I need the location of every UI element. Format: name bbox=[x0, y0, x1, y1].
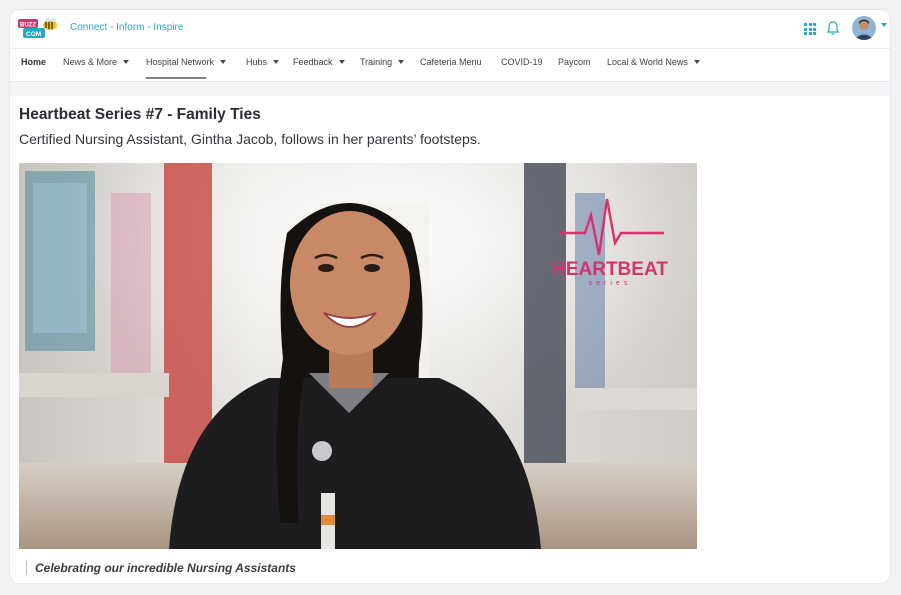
nav-item-news-more[interactable]: News & More bbox=[63, 49, 130, 79]
apps-grid-icon[interactable] bbox=[804, 23, 816, 35]
chevron-down-icon bbox=[220, 59, 227, 64]
nav-item-hospital-network[interactable]: Hospital Network bbox=[146, 49, 227, 79]
chevron-down-icon bbox=[338, 59, 345, 64]
nav-item-feedback[interactable]: Feedback bbox=[293, 49, 345, 79]
nav-item-covid-19[interactable]: COVID-19 bbox=[501, 49, 543, 79]
chevron-down-icon bbox=[398, 59, 405, 64]
app-frame: BUZZ COM Connect - Inform - Inspire Home… bbox=[10, 10, 890, 583]
active-nav-indicator bbox=[146, 77, 206, 79]
nav-item-hubs[interactable]: Hubs bbox=[246, 49, 280, 79]
logo-text-top: BUZZ bbox=[20, 23, 36, 29]
logo-text-bottom: COM bbox=[26, 31, 41, 38]
user-avatar[interactable] bbox=[852, 16, 876, 40]
buzzcom-logo[interactable]: BUZZ COM bbox=[17, 17, 61, 41]
image-caption: Celebrating our incredible Nursing Assis… bbox=[26, 561, 296, 575]
bell-icon[interactable] bbox=[826, 20, 840, 36]
chevron-down-icon bbox=[273, 59, 280, 64]
hero-brand-title: HEARTBEAT bbox=[552, 259, 668, 280]
hero-brand-subtitle: series bbox=[589, 280, 632, 287]
nav-item-training[interactable]: Training bbox=[360, 49, 405, 79]
article-title: Heartbeat Series #7 - Family Ties bbox=[19, 106, 261, 123]
chevron-down-icon bbox=[123, 59, 130, 64]
content-gutter bbox=[10, 82, 890, 96]
top-bar: BUZZ COM Connect - Inform - Inspire bbox=[10, 10, 890, 48]
main-nav: Home News & More Hospital Network Hubs F… bbox=[10, 48, 890, 82]
site-tagline: Connect - Inform - Inspire bbox=[70, 22, 184, 33]
chevron-down-icon bbox=[693, 59, 700, 64]
nav-item-local-world-news[interactable]: Local & World News bbox=[607, 49, 700, 79]
nav-item-home[interactable]: Home bbox=[21, 49, 46, 79]
hero-image: HEARTBEAT series bbox=[19, 163, 697, 549]
account-menu-caret-icon[interactable] bbox=[881, 23, 887, 27]
nav-item-paycom[interactable]: Paycom bbox=[558, 49, 591, 79]
nav-item-cafeteria-menu[interactable]: Cafeteria Menu bbox=[420, 49, 482, 79]
article-subtitle: Certified Nursing Assistant, Gintha Jaco… bbox=[19, 131, 481, 147]
